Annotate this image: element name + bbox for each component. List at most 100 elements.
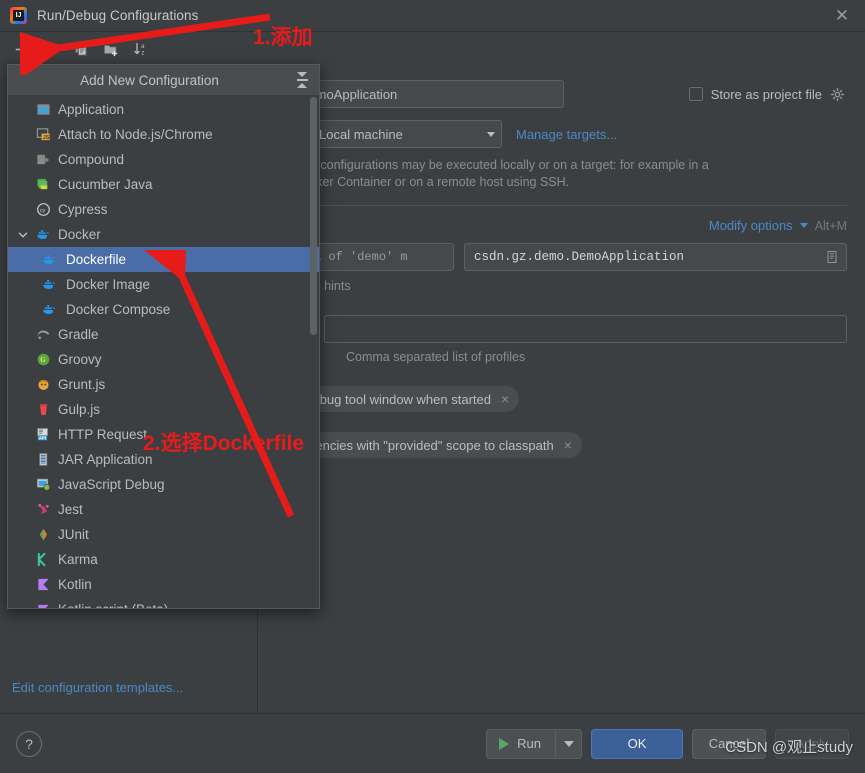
play-icon <box>499 737 510 750</box>
nodejs-chrome-icon: JS <box>32 127 54 142</box>
config-type-label: Compound <box>58 152 125 167</box>
config-type-item-docker[interactable]: Docker <box>8 222 319 247</box>
apply-button[interactable]: Apply <box>775 728 849 759</box>
config-type-label: Grunt.js <box>58 377 106 392</box>
modify-options-group: Modify options Alt+M <box>709 218 847 233</box>
active-profiles-hint: Comma separated list of profiles <box>346 350 526 364</box>
popup-scrollbar[interactable] <box>310 97 317 335</box>
edit-configuration-templates-link[interactable]: Edit configuration templates... <box>0 680 257 713</box>
config-type-label: Jest <box>58 502 83 517</box>
config-type-item-cucumber-java[interactable]: Cucumber Java <box>8 172 319 197</box>
config-type-label: Application <box>58 102 125 117</box>
store-as-project-file-group: Store as project file <box>688 86 847 102</box>
config-type-item-jest[interactable]: Jest <box>8 497 319 522</box>
jar-icon <box>32 452 54 467</box>
config-type-item-groovy[interactable]: G Groovy <box>8 347 319 372</box>
config-type-item-docker-compose[interactable]: Docker Compose <box>8 297 319 322</box>
cucumber-icon <box>32 177 54 192</box>
browse-class-icon[interactable] <box>822 247 842 267</box>
run-debug-configurations-dialog: Run/Debug Configurations ✕ a <box>0 0 865 773</box>
store-as-project-file-checkbox[interactable] <box>688 87 703 101</box>
svg-text:G: G <box>40 356 45 364</box>
dialog-title: Run/Debug Configurations <box>37 8 199 23</box>
config-type-label: Karma <box>58 552 98 567</box>
config-type-item-cypress[interactable]: cy Cypress <box>8 197 319 222</box>
compound-icon <box>32 152 54 167</box>
active-profiles-input[interactable] <box>323 315 847 343</box>
config-type-item-gradle[interactable]: Gradle <box>8 322 319 347</box>
http-request-icon: API <box>32 427 54 442</box>
config-type-label: HTTP Request <box>58 427 148 442</box>
intellij-idea-logo-icon <box>10 7 27 24</box>
main-class-input[interactable]: csdn.gz.demo.DemoApplication <box>464 243 847 271</box>
config-type-item-junit[interactable]: JUnit <box>8 522 319 547</box>
dialog-title-bar: Run/Debug Configurations ✕ <box>0 0 865 32</box>
config-type-item-attach-to-node-js-chrome[interactable]: JS Attach to Node.js/Chrome <box>8 122 319 147</box>
close-icon[interactable]: × <box>501 392 509 406</box>
popup-header: Add New Configuration <box>8 65 319 95</box>
chevron-down-icon <box>799 223 808 228</box>
run-button[interactable]: Run <box>487 730 555 758</box>
config-type-item-compound[interactable]: Compound <box>8 147 319 172</box>
junit-icon <box>32 527 54 542</box>
config-type-item-kotlin[interactable]: Kotlin <box>8 572 319 597</box>
sdk-and-mainclass-row: 17 SDK of 'demo' m csdn.gz.demo.DemoAppl… <box>268 243 847 271</box>
configuration-editor-pane: e: DemoApplication Store as project file <box>258 66 865 713</box>
run-dropdown-button[interactable] <box>555 729 581 758</box>
sort-configurations-button[interactable]: a z <box>128 36 154 62</box>
new-folder-button[interactable] <box>98 36 124 62</box>
config-type-item-http-request[interactable]: API HTTP Request <box>8 422 319 447</box>
config-type-label: Kotlin script (Beta) <box>58 602 168 608</box>
config-type-item-grunt-js[interactable]: Grunt.js <box>8 372 319 397</box>
add-new-configuration-popup: Add New Configuration Application JS Attac… <box>7 64 320 609</box>
configuration-name-input[interactable]: DemoApplication <box>290 80 564 108</box>
config-type-label: Docker Compose <box>66 302 171 317</box>
manage-targets-link[interactable]: Manage targets... <box>516 127 617 142</box>
modify-options-link[interactable]: Modify options <box>709 218 793 233</box>
config-type-item-karma[interactable]: Karma <box>8 547 319 572</box>
close-icon[interactable]: × <box>564 438 572 452</box>
gear-icon[interactable] <box>830 87 845 102</box>
config-type-label: Gradle <box>58 327 99 342</box>
grunt-icon <box>32 377 54 392</box>
config-type-item-jar-application[interactable]: JAR Application <box>8 447 319 472</box>
cypress-icon: cy <box>32 202 54 217</box>
config-type-item-application[interactable]: Application <box>8 97 319 122</box>
config-type-label: JUnit <box>58 527 89 542</box>
help-button[interactable]: ? <box>16 730 42 757</box>
kotlin-icon <box>32 577 54 592</box>
close-icon[interactable]: ✕ <box>829 0 855 31</box>
karma-icon <box>32 552 54 567</box>
expand-collapse-icon[interactable] <box>291 72 313 88</box>
config-type-item-javascript-debug[interactable]: JavaScript Debug <box>8 472 319 497</box>
configurations-toolbar: a z <box>0 32 865 66</box>
config-type-label: Gulp.js <box>58 402 101 417</box>
config-type-label: JAR Application <box>58 452 153 467</box>
kotlin-script-icon <box>32 602 54 608</box>
remove-configuration-button[interactable] <box>38 36 64 62</box>
svg-text:JS: JS <box>42 135 49 141</box>
config-type-label: Dockerfile <box>66 252 127 267</box>
config-type-item-gulp-js[interactable]: Gulp.js <box>8 397 319 422</box>
config-type-item-docker-image[interactable]: Docker Image <box>8 272 319 297</box>
copy-configuration-button[interactable] <box>68 36 94 62</box>
docker-icon <box>38 277 60 292</box>
config-type-label: Groovy <box>58 352 102 367</box>
add-configuration-button[interactable] <box>8 36 34 62</box>
run-button-label: Run <box>517 736 541 751</box>
cancel-button[interactable]: Cancel <box>692 728 766 759</box>
chevron-down-icon[interactable] <box>14 230 32 240</box>
chevron-down-icon <box>487 131 495 137</box>
jest-icon <box>32 502 54 517</box>
config-type-label: Cucumber Java <box>58 177 153 192</box>
ok-button[interactable]: OK <box>591 728 683 759</box>
config-type-label: Docker <box>58 227 101 242</box>
store-as-project-file-label: Store as project file <box>710 86 822 102</box>
modify-options-shortcut: Alt+M <box>814 218 847 233</box>
svg-text:API: API <box>38 435 45 440</box>
config-type-label: Kotlin <box>58 577 92 592</box>
config-type-item-dockerfile[interactable]: Dockerfile <box>8 247 319 272</box>
configuration-type-list[interactable]: Application JS Attach to Node.js/Chrome Com… <box>8 95 319 608</box>
run-target-combo[interactable]: Local machine <box>290 120 502 148</box>
config-type-item-kotlin-script-beta[interactable]: Kotlin script (Beta) <box>8 597 319 608</box>
